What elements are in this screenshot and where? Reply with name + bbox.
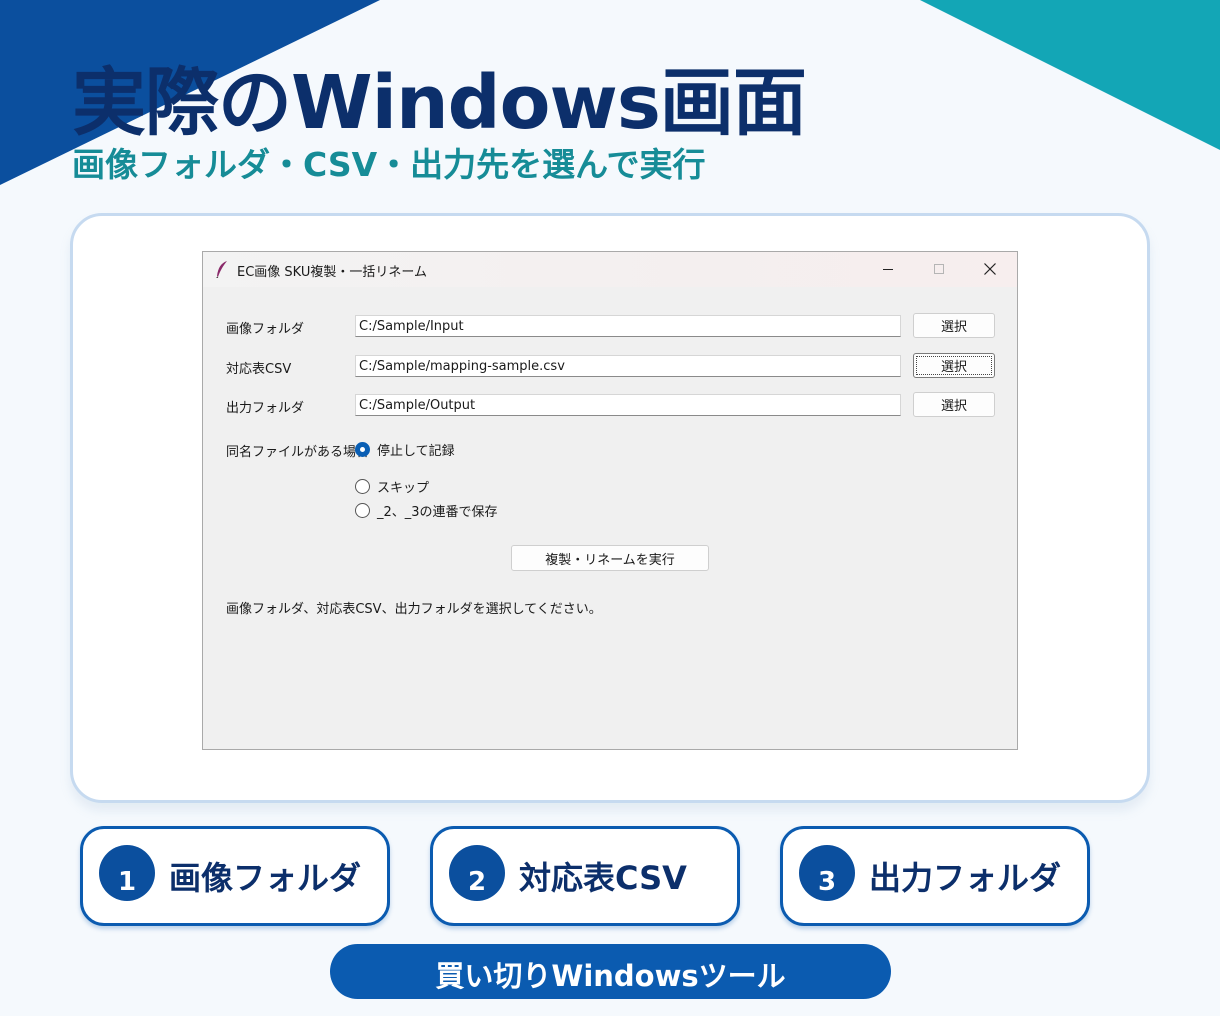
step-number-badge: 2 [449, 845, 505, 901]
radio-skip[interactable]: スキップ [355, 477, 429, 496]
close-icon [984, 262, 996, 275]
minimize-icon [883, 268, 893, 270]
step-label: 対応表CSV [519, 859, 687, 897]
step-card-output-folder: 3 出力フォルダ [780, 826, 1090, 926]
step-number-badge: 3 [799, 845, 855, 901]
radio-label: _2、_3の連番で保存 [377, 505, 498, 520]
status-message: 画像フォルダ、対応表CSV、出力フォルダを選択してください。 [226, 602, 602, 617]
page-title: 実際のWindows画面 [72, 60, 807, 146]
one-time-purchase-badge: 買い切りWindowsツール [330, 944, 891, 999]
mapping-csv-label: 対応表CSV [226, 362, 292, 377]
radio-sequential-save[interactable]: _2、_3の連番で保存 [355, 501, 498, 520]
page-subtitle: 画像フォルダ・CSV・出力先を選んで実行 [72, 145, 706, 184]
step-label: 出力フォルダ [869, 859, 1062, 897]
step-number-badge: 1 [99, 845, 155, 901]
image-folder-input[interactable] [355, 315, 901, 337]
maximize-icon [934, 263, 944, 274]
window-title: EC画像 SKU複製・一括リネーム [237, 265, 427, 280]
radio-stop-and-log[interactable]: 停止して記録 [355, 440, 455, 459]
radio-button[interactable] [355, 503, 370, 518]
maximize-button[interactable] [914, 252, 964, 285]
close-button[interactable] [965, 252, 1015, 285]
image-folder-label: 画像フォルダ [226, 322, 305, 337]
step-card-mapping-csv: 2 対応表CSV [430, 826, 740, 926]
mapping-csv-input[interactable] [355, 355, 901, 377]
output-folder-input[interactable] [355, 394, 901, 416]
window-titlebar[interactable]: EC画像 SKU複製・一括リネーム [203, 252, 1017, 287]
mapping-csv-select-button[interactable]: 選択 [913, 353, 995, 378]
corner-decoration-right [920, 0, 1220, 150]
conflict-label: 同名ファイルがある場合 [226, 445, 370, 460]
minimize-button[interactable] [863, 252, 913, 285]
step-label: 画像フォルダ [169, 859, 362, 897]
radio-button-checked[interactable] [355, 442, 370, 457]
app-window: EC画像 SKU複製・一括リネーム 画像フォルダ 選択 対応表CSV 選択 出力… [202, 251, 1018, 750]
run-button[interactable]: 複製・リネームを実行 [511, 545, 709, 571]
step-card-image-folder: 1 画像フォルダ [80, 826, 390, 926]
radio-button[interactable] [355, 479, 370, 494]
output-folder-label: 出力フォルダ [226, 401, 305, 416]
output-folder-select-button[interactable]: 選択 [913, 392, 995, 417]
feather-icon [216, 261, 227, 278]
radio-label: スキップ [377, 481, 430, 496]
image-folder-select-button[interactable]: 選択 [913, 313, 995, 338]
radio-label: 停止して記録 [377, 444, 455, 459]
